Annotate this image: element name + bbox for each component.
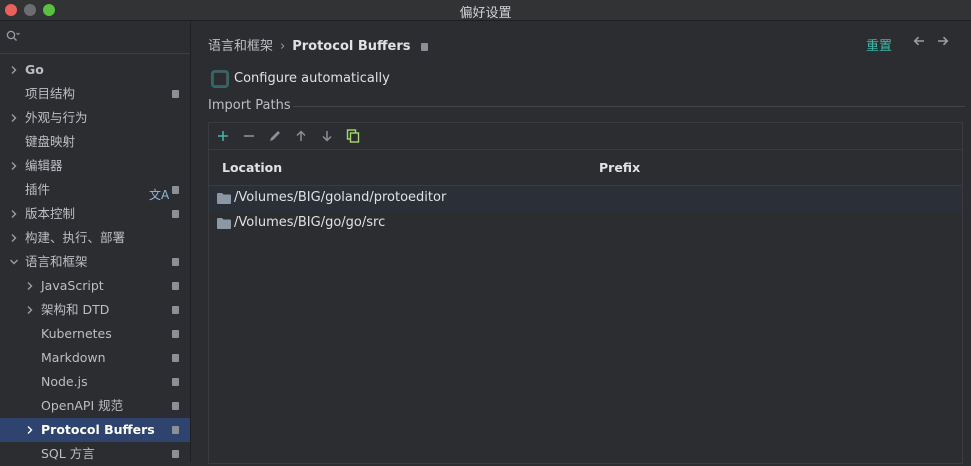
breadcrumb-parent[interactable]: 语言和框架 xyxy=(208,39,273,54)
edit-icon[interactable] xyxy=(267,128,283,144)
sidebar-item[interactable]: OpenAPI 规范 xyxy=(0,394,190,418)
main-panel: 语言和框架 › Protocol Buffers 重置 Configure auto… xyxy=(191,21,971,464)
import-paths-title: Import Paths xyxy=(208,98,291,113)
move-down-icon[interactable] xyxy=(319,128,335,144)
sidebar-item-label: JavaScript xyxy=(41,278,104,293)
move-up-icon[interactable] xyxy=(293,128,309,144)
sidebar-item-label: 键盘映射 xyxy=(25,134,76,149)
search-icon xyxy=(6,30,20,41)
import-paths-panel: Location Prefix /Volumes/BIG/goland/prot… xyxy=(208,122,963,464)
title-bar: 偏好设置 xyxy=(0,0,971,21)
sidebar-item-label: 架构和 DTD xyxy=(41,302,110,317)
folder-icon xyxy=(217,193,231,204)
sidebar-item[interactable]: 构建、执行、部署 xyxy=(0,226,190,250)
chevron-down-icon[interactable] xyxy=(9,257,19,267)
sidebar-item-label: Protocol Buffers xyxy=(41,422,155,437)
sidebar-item[interactable]: 架构和 DTD xyxy=(0,298,190,322)
sidebar-item[interactable]: 版本控制 xyxy=(0,202,190,226)
project-scope-icon xyxy=(172,330,179,338)
import-path-location: /Volumes/BIG/go/go/src xyxy=(234,215,386,230)
window-title: 偏好设置 xyxy=(459,6,512,21)
sidebar-item-label: SQL 方言 xyxy=(41,446,95,461)
chevron-right-icon[interactable] xyxy=(25,305,35,315)
table-row[interactable]: /Volumes/BIG/goland/protoeditor xyxy=(209,186,962,211)
table-header: Location Prefix xyxy=(209,150,962,186)
breadcrumb: 语言和框架 › Protocol Buffers xyxy=(208,35,428,54)
project-scope-icon xyxy=(420,42,428,51)
sidebar-item[interactable]: Kubernetes xyxy=(0,322,190,346)
project-scope-icon xyxy=(172,210,179,218)
import-paths-toolbar xyxy=(209,123,962,150)
sidebar-item[interactable]: Markdown xyxy=(0,346,190,370)
arrow-right-icon[interactable] xyxy=(936,34,950,48)
project-scope-icon xyxy=(172,186,179,194)
sidebar: Go 项目结构外观与行为键盘映射编辑器插件 文A 版本控制构建、执行、部署 语言和框架 J… xyxy=(0,21,191,462)
project-scope-icon xyxy=(172,378,179,386)
table-row[interactable]: /Volumes/BIG/go/go/src xyxy=(209,211,962,236)
chevron-right-icon[interactable] xyxy=(25,281,35,291)
project-scope-icon xyxy=(172,450,179,458)
project-scope-icon xyxy=(172,282,179,290)
sidebar-item[interactable]: 语言和框架 xyxy=(0,250,190,274)
sidebar-item-label: Markdown xyxy=(41,350,106,365)
section-divider xyxy=(293,106,965,107)
sidebar-item[interactable]: JavaScript xyxy=(0,274,190,298)
sidebar-item-label: OpenAPI 规范 xyxy=(41,398,124,413)
project-scope-icon xyxy=(172,426,179,434)
project-scope-icon xyxy=(172,258,179,266)
folder-icon xyxy=(217,218,231,229)
breadcrumb-separator: › xyxy=(280,39,286,54)
arrow-left-icon[interactable] xyxy=(912,34,926,48)
breadcrumb-current: Protocol Buffers xyxy=(292,39,411,54)
sidebar-item-label: Go xyxy=(25,62,44,77)
sidebar-item[interactable]: Node.js xyxy=(0,370,190,394)
reset-button[interactable]: 重置 xyxy=(866,35,892,54)
sidebar-item[interactable]: 项目结构 xyxy=(0,82,190,106)
chevron-right-icon[interactable] xyxy=(25,425,35,435)
sidebar-item-label: Kubernetes xyxy=(41,326,112,341)
project-scope-icon xyxy=(172,354,179,362)
project-scope-icon xyxy=(172,402,179,410)
sidebar-item-label: 构建、执行、部署 xyxy=(25,230,126,245)
sidebar-item[interactable]: 插件 文A xyxy=(0,178,190,202)
sidebar-item[interactable]: 编辑器 xyxy=(0,154,190,178)
copy-icon[interactable] xyxy=(345,128,361,144)
sidebar-item[interactable]: Go xyxy=(0,58,190,82)
sidebar-item-label: 编辑器 xyxy=(25,158,63,173)
chevron-right-icon[interactable] xyxy=(9,161,19,171)
chevron-right-icon[interactable] xyxy=(9,233,19,243)
chevron-right-icon[interactable] xyxy=(9,209,19,219)
sidebar-item-label: 外观与行为 xyxy=(25,110,88,125)
import-path-location: /Volumes/BIG/goland/protoeditor xyxy=(234,190,447,205)
sidebar-item-label: 语言和框架 xyxy=(25,254,88,269)
configure-automatically-label: Configure automatically xyxy=(234,71,390,86)
project-scope-icon xyxy=(172,90,179,98)
add-icon[interactable] xyxy=(215,128,231,144)
sidebar-item[interactable]: 外观与行为 xyxy=(0,106,190,130)
search-bar xyxy=(0,21,190,54)
chevron-right-icon[interactable] xyxy=(9,65,19,75)
column-header-prefix[interactable]: Prefix xyxy=(599,160,640,175)
sidebar-item[interactable]: SQL 方言 xyxy=(0,442,190,466)
sidebar-item[interactable]: Protocol Buffers xyxy=(0,418,190,442)
column-header-location[interactable]: Location xyxy=(222,160,282,175)
search-input[interactable] xyxy=(22,27,186,49)
sidebar-item[interactable]: 键盘映射 xyxy=(0,130,190,154)
chevron-right-icon[interactable] xyxy=(9,113,19,123)
configure-automatically-checkbox[interactable] xyxy=(213,72,227,86)
project-scope-icon xyxy=(172,306,179,314)
sidebar-item-label: 插件 xyxy=(25,182,51,197)
sidebar-item-label: 版本控制 xyxy=(25,206,76,221)
remove-icon[interactable] xyxy=(241,128,257,144)
sidebar-item-label: 项目结构 xyxy=(25,86,76,101)
sidebar-item-label: Node.js xyxy=(41,374,88,389)
